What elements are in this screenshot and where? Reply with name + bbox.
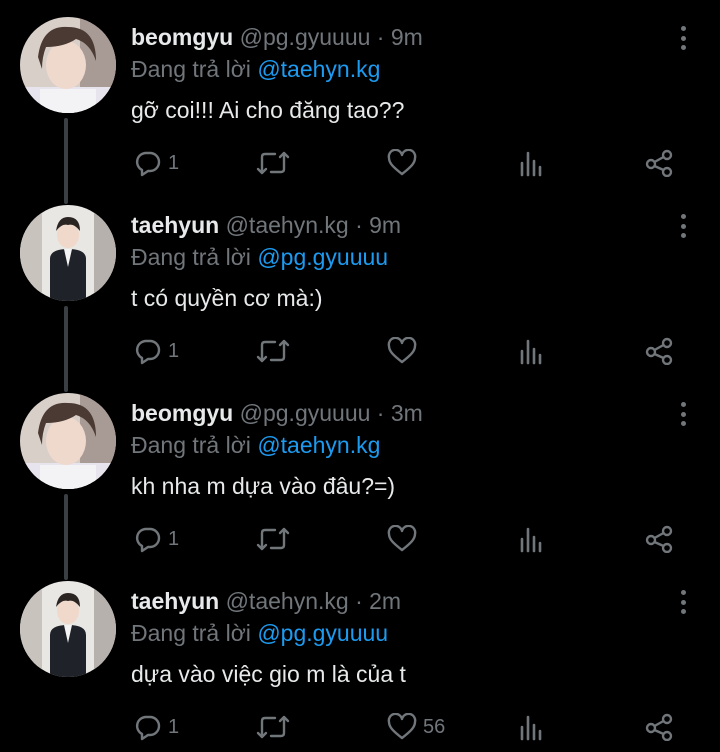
heart-icon [387, 713, 417, 740]
timestamp[interactable]: 2m [369, 588, 401, 614]
analytics-icon [520, 715, 542, 741]
tweet-header: beomgyu @pg.gyuuuu · 9m [131, 23, 423, 51]
handle[interactable]: @pg.gyuuuu [240, 24, 371, 50]
retweet-icon [256, 527, 290, 551]
reply-context: Đang trả lời @pg.gyuuuu [131, 243, 388, 271]
reply-mention-link[interactable]: @taehyn.kg [257, 56, 380, 82]
retweet-icon [256, 715, 290, 739]
retweet-button[interactable] [256, 712, 290, 742]
tweet[interactable]: taehyun @taehyn.kg · 9m Đang trả lời @pg… [0, 188, 720, 376]
reply-button[interactable]: 1 [134, 712, 179, 742]
display-name[interactable]: beomgyu [131, 400, 233, 426]
timestamp[interactable]: 3m [391, 400, 423, 426]
reply-button[interactable]: 1 [134, 524, 179, 554]
heart-icon [387, 337, 417, 364]
tweet-header: beomgyu @pg.gyuuuu · 3m [131, 399, 423, 427]
separator-dot: · [355, 588, 363, 614]
tweet[interactable]: beomgyu @pg.gyuuuu · 9m Đang trả lời @ta… [0, 0, 720, 188]
tweet-actions: 1 [0, 336, 720, 366]
tweet-actions: 1 [0, 524, 720, 554]
separator-dot: · [355, 212, 363, 238]
analytics-button[interactable] [518, 148, 544, 178]
like-count: 56 [423, 715, 446, 738]
reply-prefix: Đang trả lời [131, 244, 251, 270]
retweet-button[interactable] [256, 524, 290, 554]
reply-button[interactable]: 1 [134, 336, 179, 366]
like-button[interactable]: 56 [387, 712, 445, 742]
reply-icon [135, 151, 161, 177]
reply-prefix: Đang trả lời [131, 432, 251, 458]
more-icon[interactable] [676, 402, 690, 426]
share-icon [645, 337, 673, 365]
more-icon[interactable] [676, 590, 690, 614]
reply-mention-link[interactable]: @taehyn.kg [257, 432, 380, 458]
like-button[interactable] [387, 524, 423, 554]
tweet-text: t có quyền cơ mà:) [131, 285, 323, 311]
avatar[interactable] [20, 581, 116, 677]
more-icon[interactable] [676, 26, 690, 50]
share-icon [645, 713, 673, 741]
reply-prefix: Đang trả lời [131, 56, 251, 82]
analytics-button[interactable] [518, 524, 544, 554]
display-name[interactable]: beomgyu [131, 24, 233, 50]
tweet-text: kh nha m dựa vào đâu?=) [131, 473, 396, 499]
retweet-icon [256, 151, 290, 175]
share-button[interactable] [644, 336, 674, 366]
more-icon[interactable] [676, 214, 690, 238]
heart-icon [387, 525, 417, 552]
reply-count: 1 [168, 339, 180, 362]
reply-count: 1 [168, 151, 180, 174]
retweet-icon [256, 339, 290, 363]
heart-icon [387, 149, 417, 176]
analytics-button[interactable] [518, 336, 544, 366]
reply-count: 1 [168, 715, 180, 738]
reply-icon [135, 715, 161, 741]
tweet[interactable]: beomgyu @pg.gyuuuu · 3m Đang trả lời @ta… [0, 376, 720, 564]
display-name[interactable]: taehyun [131, 212, 219, 238]
analytics-icon [520, 339, 542, 365]
tweet-actions: 1 56 [0, 712, 720, 742]
timestamp[interactable]: 9m [391, 24, 423, 50]
timestamp[interactable]: 9m [369, 212, 401, 238]
reply-context: Đang trả lời @taehyn.kg [131, 431, 380, 459]
tweet-header: taehyun @taehyn.kg · 2m [131, 587, 401, 615]
like-button[interactable] [387, 148, 423, 178]
tweet[interactable]: taehyun @taehyn.kg · 2m Đang trả lời @pg… [0, 564, 720, 752]
share-icon [645, 525, 673, 553]
tweet-text: gỡ coi!!! Ai cho đăng tao?? [131, 97, 405, 123]
analytics-button[interactable] [518, 712, 544, 742]
tweet-text: dựa vào việc gio m là của t [131, 661, 406, 687]
display-name[interactable]: taehyun [131, 588, 219, 614]
avatar[interactable] [20, 205, 116, 301]
handle[interactable]: @pg.gyuuuu [240, 400, 371, 426]
reply-mention-link[interactable]: @pg.gyuuuu [257, 620, 388, 646]
share-button[interactable] [644, 712, 674, 742]
avatar[interactable] [20, 393, 116, 489]
retweet-button[interactable] [256, 336, 290, 366]
like-button[interactable] [387, 336, 423, 366]
analytics-icon [520, 527, 542, 553]
share-button[interactable] [644, 148, 674, 178]
reply-icon [135, 339, 161, 365]
tweet-actions: 1 [0, 148, 720, 178]
reply-icon [135, 527, 161, 553]
reply-context: Đang trả lời @taehyn.kg [131, 55, 380, 83]
share-icon [645, 149, 673, 177]
reply-context: Đang trả lời @pg.gyuuuu [131, 619, 388, 647]
handle[interactable]: @taehyn.kg [226, 588, 349, 614]
reply-mention-link[interactable]: @pg.gyuuuu [257, 244, 388, 270]
tweet-header: taehyun @taehyn.kg · 9m [131, 211, 401, 239]
share-button[interactable] [644, 524, 674, 554]
handle[interactable]: @taehyn.kg [226, 212, 349, 238]
analytics-icon [520, 151, 542, 177]
reply-button[interactable]: 1 [134, 148, 179, 178]
reply-prefix: Đang trả lời [131, 620, 251, 646]
reply-count: 1 [168, 527, 180, 550]
avatar[interactable] [20, 17, 116, 113]
separator-dot: · [376, 24, 385, 50]
retweet-button[interactable] [256, 148, 290, 178]
separator-dot: · [376, 400, 385, 426]
